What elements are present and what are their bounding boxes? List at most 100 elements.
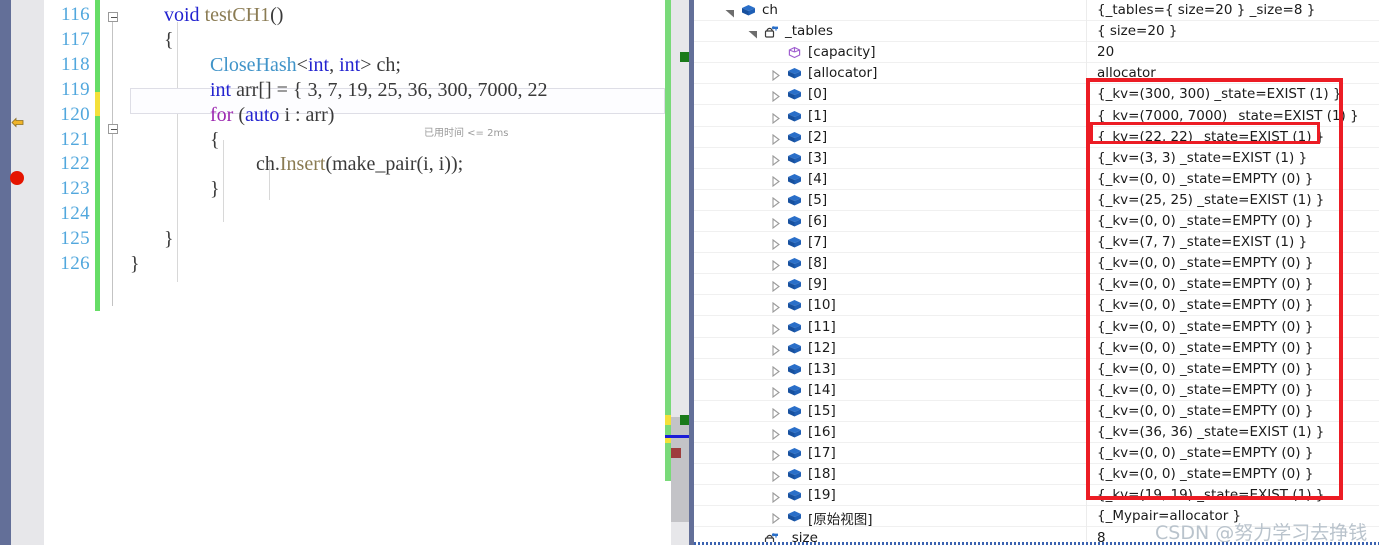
- chevron-right-icon[interactable]: [771, 469, 781, 483]
- code-token: for: [210, 103, 234, 126]
- field-cube-icon: [787, 489, 802, 502]
- csdn-watermark: CSDN @努力学习去挣钱: [1155, 522, 1368, 544]
- chevron-right-icon[interactable]: [771, 153, 781, 166]
- bookmark-arrow-icon[interactable]: [11, 116, 24, 129]
- field-cube-icon: [787, 468, 802, 481]
- line-number: 125: [60, 228, 90, 250]
- chevron-right-icon[interactable]: [771, 490, 781, 504]
- field-cube-icon: [787, 278, 802, 291]
- line-number: 121: [60, 128, 90, 150]
- code-token: (): [270, 4, 284, 26]
- code-line[interactable]: }: [210, 179, 220, 199]
- fold-toggle-icon[interactable]: [108, 12, 118, 22]
- chevron-right-icon[interactable]: [771, 322, 781, 335]
- chevron-right-icon[interactable]: [771, 364, 781, 377]
- field-cube-icon: [787, 363, 802, 376]
- code-line[interactable]: CloseHash<int, int> ch;: [210, 55, 401, 75]
- editor-glyph-margin[interactable]: [11, 0, 44, 545]
- field-cube-icon: [787, 384, 802, 397]
- code-line[interactable]: {: [164, 30, 174, 50]
- chevron-down-icon[interactable]: [748, 26, 758, 39]
- field-cube-icon: [787, 88, 802, 101]
- watch-row-name: [3]: [808, 149, 828, 166]
- watch-row-value[interactable]: { size=20 }: [1097, 23, 1177, 39]
- code-line[interactable]: {: [210, 130, 220, 150]
- field-cube-icon: [787, 67, 802, 80]
- fold-toggle-icon[interactable]: [108, 124, 118, 134]
- scroll-marker-breakpoint[interactable]: [671, 448, 681, 458]
- line-number: 122: [60, 153, 90, 175]
- code-token: }: [210, 178, 220, 201]
- watch-row-name: [9]: [808, 276, 828, 293]
- watch-row-name: [5]: [808, 191, 828, 208]
- watch-row-name: [16]: [808, 424, 836, 440]
- chevron-right-icon[interactable]: [771, 448, 781, 462]
- watch-row-name: [6]: [808, 213, 828, 229]
- bucket-2-row-box: [1090, 122, 1320, 144]
- watch-row-name: [10]: [808, 297, 836, 314]
- line-number: 126: [60, 253, 90, 274]
- watch-row-name: [1]: [808, 107, 828, 124]
- code-token: }: [164, 228, 174, 251]
- watch-row-value[interactable]: {_tables={ size=20 } _size=8 }: [1097, 2, 1315, 18]
- screenshot-root: 116 117 118 119 120 121 122 123 124 125 126 void t…: [0, 0, 1379, 545]
- chevron-right-icon[interactable]: [771, 385, 781, 398]
- chevron-right-icon[interactable]: [771, 132, 781, 145]
- chevron-right-icon[interactable]: [771, 300, 781, 314]
- chevron-right-icon[interactable]: [771, 406, 781, 419]
- chevron-right-icon[interactable]: [771, 237, 781, 251]
- code-token: <: [296, 53, 308, 76]
- field-cube-icon: [787, 321, 802, 334]
- watch-row-name: [15]: [808, 402, 836, 419]
- code-text-area[interactable]: void testCH1() { CloseHash<int, int> ch; in…: [130, 0, 694, 545]
- field-cube-icon: [787, 299, 802, 312]
- code-line[interactable]: void testCH1(): [164, 5, 283, 25]
- code-line[interactable]: int arr[] = { 3, 7, 19, 25, 36, 300, 700…: [210, 80, 548, 100]
- watch-row-name: [17]: [808, 445, 836, 462]
- scroll-caret-position-marker: [665, 435, 689, 438]
- chevron-right-icon[interactable]: [771, 343, 781, 356]
- chevron-right-icon[interactable]: [771, 258, 781, 272]
- watch-row-name: [13]: [808, 360, 836, 377]
- code-line[interactable]: for (auto i : arr): [210, 105, 334, 125]
- chevron-right-icon[interactable]: [771, 279, 781, 293]
- code-token: ch: [256, 153, 275, 176]
- watch-row-name: [8]: [808, 255, 828, 272]
- chevron-right-icon[interactable]: [771, 216, 781, 230]
- field-cube-icon: [787, 510, 802, 523]
- code-token: arr[] = {: [231, 78, 308, 101]
- code-token: void: [164, 4, 205, 26]
- code-token: }: [130, 253, 140, 275]
- watch-row-name: [2]: [808, 128, 828, 145]
- field-cube-icon: [787, 215, 802, 228]
- code-line[interactable]: }: [130, 254, 140, 274]
- chevron-right-icon[interactable]: [771, 89, 781, 103]
- scrollbar-thumb[interactable]: [671, 417, 689, 522]
- code-line[interactable]: }: [164, 229, 174, 249]
- watch-tree-row[interactable]: [capacity] 20: [694, 42, 1379, 64]
- code-token: testCH1: [204, 4, 271, 26]
- code-line[interactable]: ch.Insert(make_pair(i, i));: [256, 154, 463, 174]
- breakpoint-icon[interactable]: [10, 171, 24, 185]
- chevron-right-icon[interactable]: [771, 195, 781, 208]
- field-cube-icon: [787, 131, 802, 144]
- watch-row-name: [capacity]: [808, 44, 876, 61]
- watch-row-value[interactable]: 20: [1097, 44, 1114, 60]
- chevron-right-icon[interactable]: [771, 174, 781, 187]
- line-number: 124: [60, 203, 90, 225]
- chevron-right-icon[interactable]: [771, 511, 781, 525]
- chevron-down-icon[interactable]: [725, 5, 735, 18]
- chevron-right-icon[interactable]: [771, 427, 781, 441]
- code-folding-rail[interactable]: [104, 0, 130, 545]
- code-editor-pane[interactable]: 116 117 118 119 120 121 122 123 124 125 126 void t…: [0, 0, 694, 545]
- watch-tree-row[interactable]: ch {_tables={ size=20 } _size=8 }: [694, 0, 1379, 21]
- field-cube-icon: [787, 194, 802, 207]
- code-token: i : arr): [279, 103, 335, 126]
- change-bar-saved: [95, 116, 100, 311]
- property-icon: [787, 46, 802, 59]
- chevron-right-icon[interactable]: [771, 68, 781, 82]
- watch-tree-row[interactable]: _tables { size=20 }: [694, 21, 1379, 43]
- line-number: 118: [61, 53, 90, 75]
- chevron-right-icon[interactable]: [771, 111, 781, 124]
- code-token: auto: [245, 103, 280, 126]
